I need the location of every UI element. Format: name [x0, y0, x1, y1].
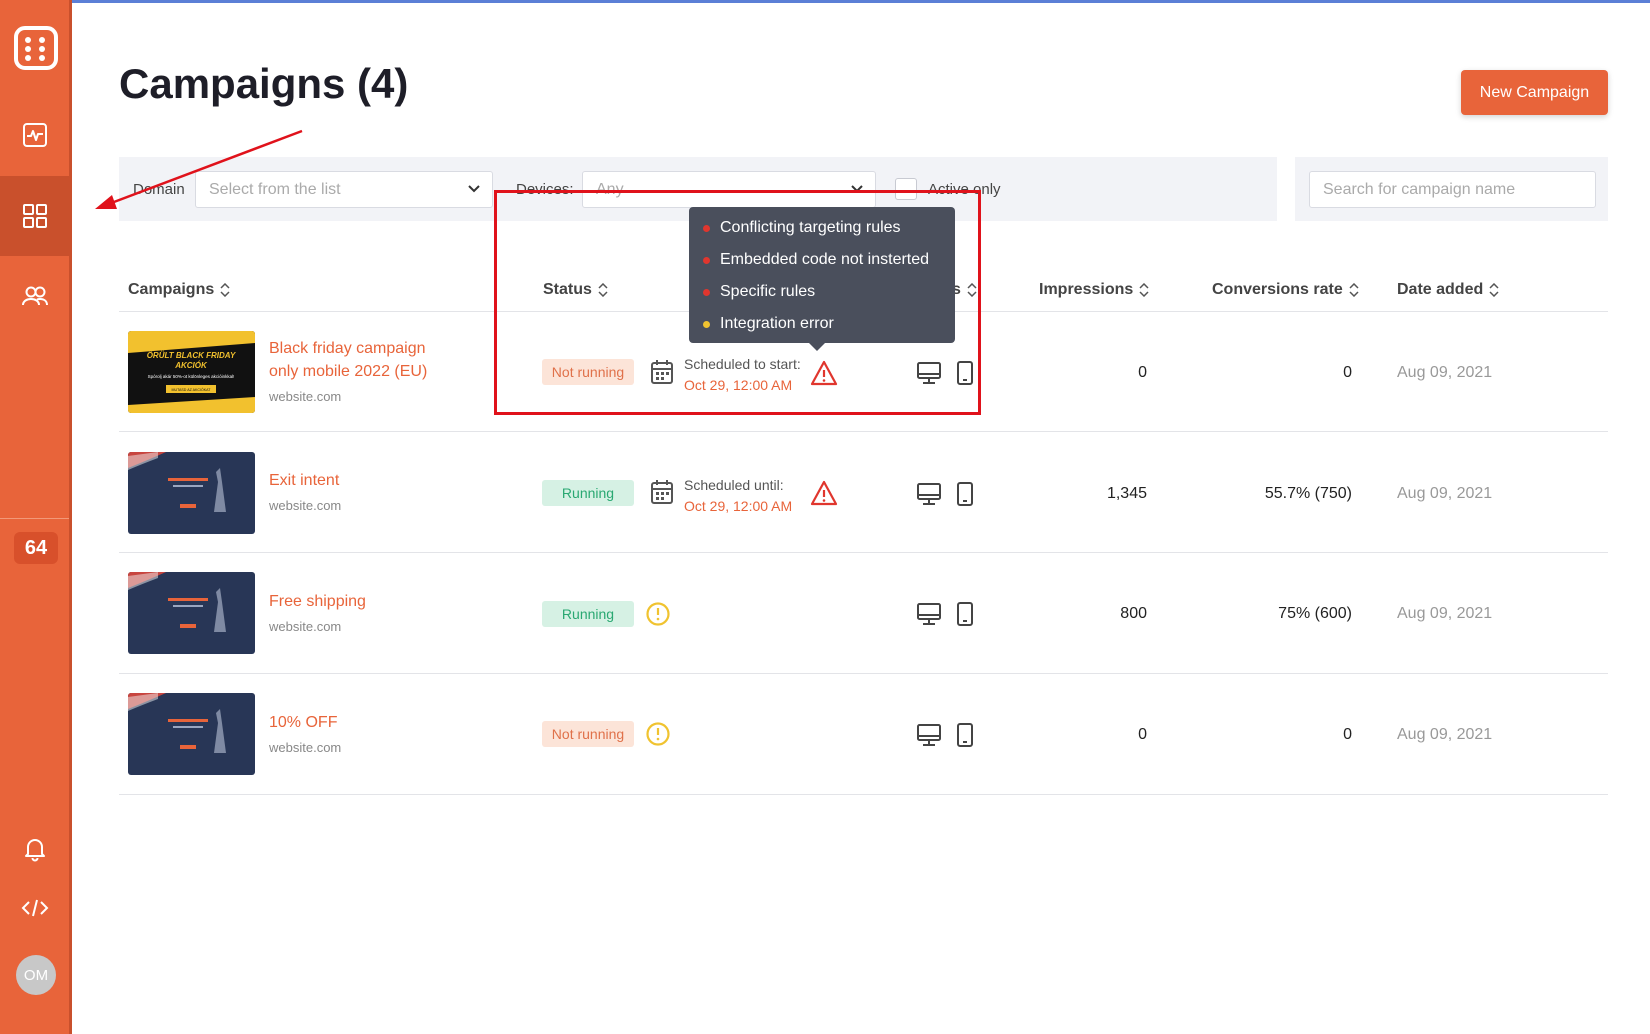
conversions-value: 55.7% (750)	[1264, 485, 1352, 502]
campaign-preview-image: ŐRÜLT BLACK FRIDAY AKCIÓK Spórolj akár 5…	[128, 331, 255, 413]
sort-icon	[1139, 283, 1149, 297]
campaign-preview-image	[128, 452, 226, 512]
warning-triangle-icon[interactable]	[810, 480, 838, 506]
new-campaign-button[interactable]: New Campaign	[1461, 70, 1608, 115]
conversions-value: 0	[1343, 726, 1352, 743]
sidebar-item-code[interactable]	[0, 868, 69, 948]
users-icon	[21, 286, 48, 306]
conversions-value: 0	[1343, 364, 1352, 381]
campaign-site: website.com	[269, 740, 342, 755]
page-title: Campaigns (4)	[119, 60, 409, 107]
campaign-site: website.com	[269, 498, 342, 513]
impressions-value: 1,345	[1106, 485, 1147, 502]
date-added-value: Aug 09, 2021	[1397, 364, 1493, 381]
calendar-icon	[651, 480, 673, 504]
campaign-site: website.com	[269, 619, 342, 634]
app-logo-icon[interactable]	[14, 26, 58, 70]
sidebar: 64 OM	[0, 0, 72, 1034]
sidebar-divider	[0, 518, 69, 519]
conversions-value: 75% (600)	[1278, 605, 1352, 622]
row-divider	[119, 794, 1608, 795]
desktop-icon	[917, 724, 941, 746]
bell-icon	[24, 839, 45, 862]
column-header-label: Conversions rate	[1212, 281, 1343, 298]
campaign-thumbnail[interactable]: ŐRÜLT BLACK FRIDAY AKCIÓK Spórolj akár 5…	[128, 331, 255, 413]
thumb-button: MUTASD AZ AKCIÓKAT	[171, 387, 211, 392]
sidebar-item-analytics[interactable]	[0, 95, 69, 175]
chevron-down-icon	[468, 185, 480, 193]
campaign-name-line: Black friday campaign	[269, 340, 426, 357]
mobile-icon	[957, 723, 973, 747]
campaign-thumbnail[interactable]	[128, 572, 255, 654]
campaign-preview-image	[128, 572, 226, 632]
column-header-label: Impressions	[1039, 281, 1134, 298]
impressions-value: 800	[1120, 605, 1147, 622]
grid-icon	[22, 204, 47, 228]
thumb-subtext: Spórolj akár 50%-ot különleges akcióinkk…	[148, 374, 235, 379]
column-header-label: Campaigns	[128, 281, 215, 298]
sidebar-item-campaigns[interactable]	[0, 176, 69, 256]
sidebar-item-subscribers[interactable]	[0, 256, 69, 336]
mobile-icon	[957, 602, 973, 626]
avatar[interactable]: OM	[16, 955, 56, 995]
sort-icon	[1489, 283, 1499, 297]
schedule-label: Scheduled until:	[684, 477, 784, 493]
sort-icon	[220, 283, 230, 297]
row-divider	[119, 673, 1608, 674]
impressions-value: 0	[1138, 726, 1147, 743]
desktop-icon	[917, 483, 941, 505]
desktop-icon	[917, 603, 941, 625]
campaign-preview-image	[128, 693, 226, 753]
sidebar-counter-badge[interactable]: 64	[14, 532, 58, 564]
column-header-campaigns[interactable]: Campaigns	[128, 281, 230, 299]
thumb-headline-2: AKCIÓK	[174, 361, 208, 370]
campaign-thumbnail[interactable]	[128, 452, 255, 534]
campaign-site: website.com	[269, 389, 342, 404]
row-divider	[119, 552, 1608, 553]
annotation-arrow	[95, 129, 303, 209]
status-badge: Running	[542, 480, 634, 506]
campaign-name-line: only mobile 2022 (EU)	[269, 363, 428, 380]
search-input[interactable]	[1309, 171, 1596, 208]
info-warning-icon[interactable]	[645, 721, 671, 747]
status-badge: Running	[542, 601, 634, 627]
mobile-icon	[957, 482, 973, 506]
status-badge: Not running	[542, 721, 634, 747]
analytics-icon	[22, 123, 47, 147]
impressions-value: 0	[1138, 364, 1147, 381]
date-added-value: Aug 09, 2021	[1397, 485, 1493, 502]
top-border	[0, 0, 1650, 3]
info-warning-icon[interactable]	[645, 601, 671, 627]
column-header-label: Date added	[1397, 281, 1484, 298]
campaign-name-link[interactable]: Black friday campaign only mobile 2022 (E…	[269, 337, 427, 383]
campaign-thumbnail[interactable]	[128, 693, 255, 775]
campaign-name-link[interactable]: Free shipping	[269, 590, 366, 613]
campaign-name-link[interactable]: Exit intent	[269, 469, 339, 492]
annotation-highlight-box	[494, 190, 981, 415]
sort-icon	[1349, 283, 1359, 297]
code-icon	[21, 899, 48, 917]
schedule-date: Oct 29, 12:00 AM	[684, 498, 793, 514]
row-divider	[119, 431, 1608, 432]
campaign-name-link[interactable]: 10% OFF	[269, 711, 337, 734]
date-added-value: Aug 09, 2021	[1397, 726, 1493, 743]
thumb-headline: ŐRÜLT BLACK FRIDAY	[147, 351, 236, 360]
date-added-value: Aug 09, 2021	[1397, 605, 1493, 622]
column-header-impressions[interactable]: Impressions	[1039, 281, 1149, 299]
column-header-conversions[interactable]: Conversions rate	[1212, 281, 1359, 299]
column-header-date-added[interactable]: Date added	[1397, 281, 1499, 299]
